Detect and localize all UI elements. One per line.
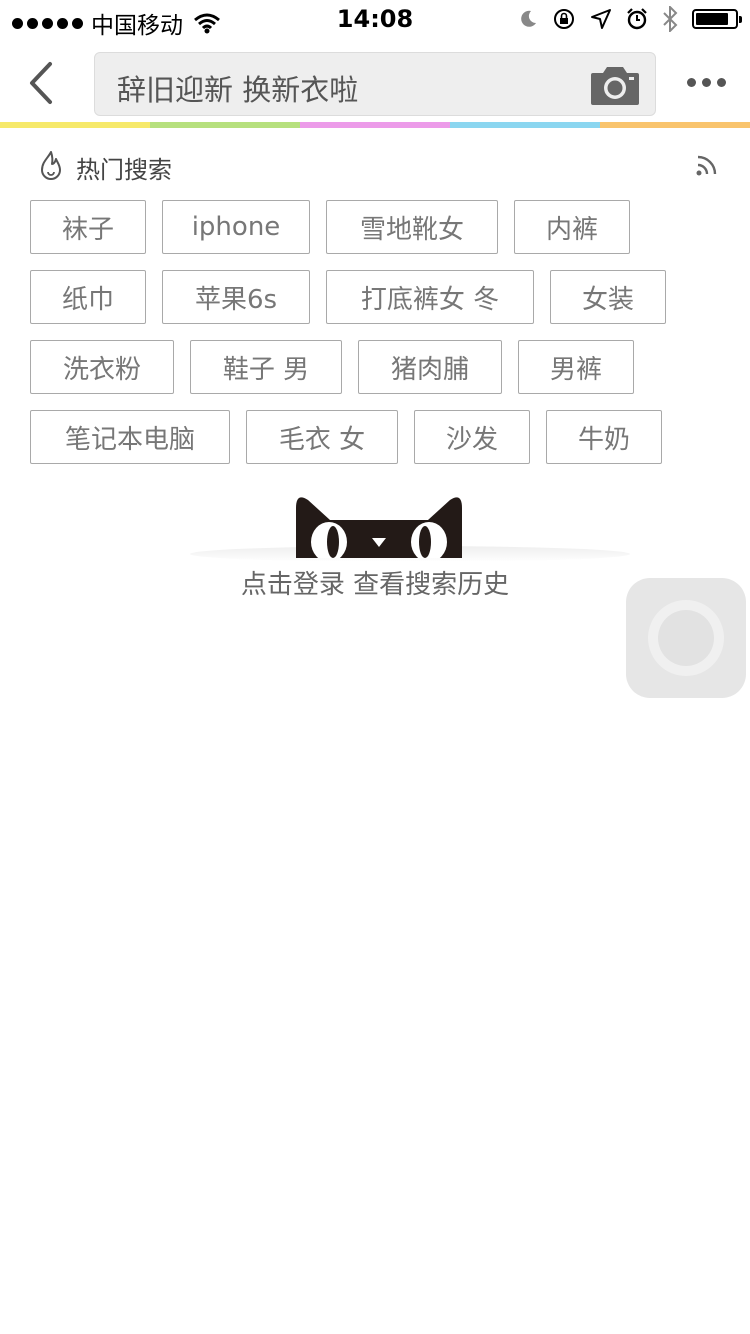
bluetooth-icon [663,6,678,32]
assistive-touch-core [658,610,714,666]
search-tag[interactable]: 女装 [550,270,666,324]
tag-row: 洗衣粉 鞋子 男 猪肉脯 男裤 [30,340,730,394]
login-prompt-illustration [190,492,630,572]
hot-search-title: 热门搜索 [76,156,172,184]
status-bar: 中国移动 14:08 [0,0,750,40]
tag-row: 笔记本电脑 毛衣 女 沙发 牛奶 [30,410,730,464]
rainbow-segment [150,122,300,128]
rainbow-segment [600,122,750,128]
tmall-cat-icon [296,497,462,558]
search-tag[interactable]: 内裤 [514,200,630,254]
chevron-left-icon[interactable] [20,58,64,108]
rainbow-divider [0,122,750,128]
more-dots-icon[interactable] [687,78,726,87]
tag-row: 纸巾 苹果6s 打底裤女 冬 女装 [30,270,730,324]
tag-row: 袜子 iphone 雪地靴女 内裤 [30,200,730,254]
search-tag[interactable]: 男裤 [518,340,634,394]
search-tag[interactable]: iphone [162,200,310,254]
search-tag[interactable]: 沙发 [414,410,530,464]
search-input[interactable]: 辞旧迎新 换新衣啦 [117,67,358,109]
search-tag[interactable]: 毛衣 女 [246,410,398,464]
search-tag[interactable]: 牛奶 [546,410,662,464]
search-tag[interactable]: 雪地靴女 [326,200,498,254]
search-bar[interactable]: 辞旧迎新 换新衣啦 [94,52,656,116]
fire-icon [41,151,61,180]
assistive-touch-button[interactable] [626,578,746,698]
hot-search-tags: 袜子 iphone 雪地靴女 内裤 纸巾 苹果6s 打底裤女 冬 女装 洗衣粉 … [30,200,730,480]
feed-icon[interactable] [694,152,720,178]
search-tag[interactable]: 打底裤女 冬 [326,270,534,324]
battery-icon [692,9,742,29]
search-tag[interactable]: 鞋子 男 [190,340,342,394]
moon-icon [521,10,536,27]
search-tag[interactable]: 袜子 [30,200,146,254]
rainbow-segment [300,122,450,128]
rainbow-segment [0,122,150,128]
search-tag[interactable]: 猪肉脯 [358,340,502,394]
battery-level [696,13,728,25]
search-tag[interactable]: 苹果6s [162,270,310,324]
search-tag[interactable]: 洗衣粉 [30,340,174,394]
hot-search-header: 热门搜索 [30,148,720,184]
search-tag[interactable]: 笔记本电脑 [30,410,230,464]
location-icon [591,9,611,29]
search-tag[interactable]: 纸巾 [30,270,146,324]
status-right [518,6,742,32]
rainbow-segment [450,122,600,128]
navigation-bar: 辞旧迎新 换新衣啦 [0,40,750,122]
alarm-icon [627,8,647,30]
camera-icon[interactable] [589,63,641,107]
rotation-lock-icon [554,9,574,29]
